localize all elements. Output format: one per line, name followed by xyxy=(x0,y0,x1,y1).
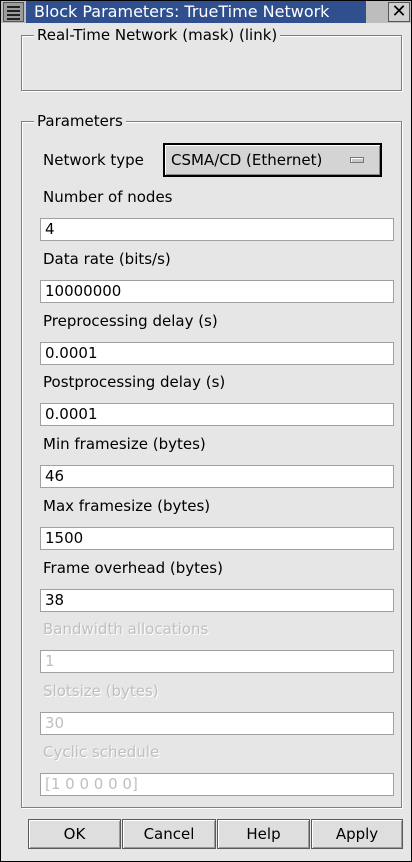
help-button[interactable]: Help xyxy=(217,819,310,849)
cyclic-schedule-input: [1 0 0 0 0 0] xyxy=(40,773,394,796)
slotsize-label: Slotsize (bytes) xyxy=(43,682,159,700)
preprocessing-delay-label: Preprocessing delay (s) xyxy=(43,312,218,330)
network-type-value: CSMA/CD (Ethernet) xyxy=(171,151,323,169)
network-type-select[interactable]: CSMA/CD (Ethernet) xyxy=(163,143,382,177)
cancel-button[interactable]: Cancel xyxy=(122,819,216,849)
close-icon[interactable]: ✕ xyxy=(388,2,410,22)
max-framesize-label: Max framesize (bytes) xyxy=(43,497,211,515)
mask-group-legend: Real-Time Network (mask) (link) xyxy=(34,26,281,44)
block-parameters-dialog: Block Parameters: TrueTime Network ✕ Rea… xyxy=(0,0,412,862)
number-of-nodes-input[interactable]: 4 xyxy=(40,218,394,241)
option-menu-indicator-icon xyxy=(350,157,364,163)
window-title: Block Parameters: TrueTime Network xyxy=(34,2,330,21)
cyclic-schedule-label: Cyclic schedule xyxy=(43,743,160,761)
number-of-nodes-label: Number of nodes xyxy=(43,188,173,206)
min-framesize-label: Min framesize (bytes) xyxy=(43,435,206,453)
data-rate-input[interactable]: 10000000 xyxy=(40,280,394,303)
window-menu-icon[interactable] xyxy=(3,2,24,22)
bandwidth-allocations-label: Bandwidth allocations xyxy=(43,620,209,638)
bandwidth-allocations-input: 1 xyxy=(40,650,394,673)
min-framesize-input[interactable]: 46 xyxy=(40,465,394,488)
frame-overhead-label: Frame overhead (bytes) xyxy=(43,559,223,577)
postprocessing-delay-input[interactable]: 0.0001 xyxy=(40,403,394,426)
title-bar[interactable]: Block Parameters: TrueTime Network ✕ xyxy=(1,1,411,23)
max-framesize-input[interactable]: 1500 xyxy=(40,527,394,550)
postprocessing-delay-label: Postprocessing delay (s) xyxy=(43,373,226,391)
parameters-group-legend: Parameters xyxy=(34,112,126,130)
frame-overhead-input[interactable]: 38 xyxy=(40,589,394,612)
network-type-label: Network type xyxy=(43,151,144,169)
preprocessing-delay-input[interactable]: 0.0001 xyxy=(40,342,394,365)
apply-button[interactable]: Apply xyxy=(311,819,403,849)
data-rate-label: Data rate (bits/s) xyxy=(43,250,171,268)
ok-button[interactable]: OK xyxy=(28,819,121,849)
slotsize-input: 30 xyxy=(40,712,394,735)
